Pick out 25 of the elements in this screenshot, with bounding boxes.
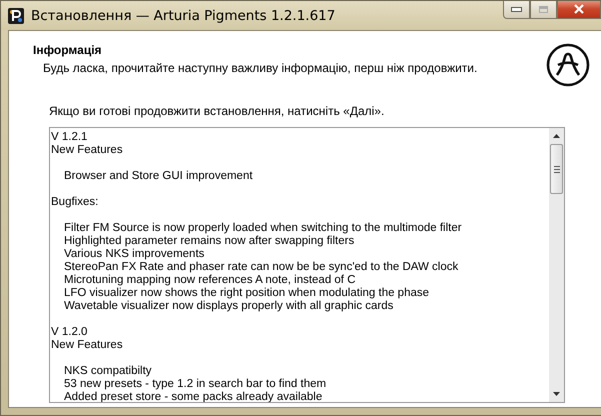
notes-line: StereoPan FX Rate and phaser rate can now be be sync'ed to the DAW clock — [63, 261, 460, 274]
page-title: Інформація — [33, 43, 103, 57]
logo-icon — [546, 43, 590, 87]
notes-line: Browser and Store GUI improvement — [63, 170, 254, 183]
instruction-text: Якщо ви готові продовжити встановлення, натисніть «Далі». — [49, 104, 386, 118]
notes-line: V 1.2.0 — [51, 326, 88, 339]
close-icon — [573, 4, 585, 14]
notes-line: Filter FM Source is now properly loaded when switching to the multimode filter — [63, 222, 463, 235]
close-button[interactable] — [557, 1, 601, 19]
notes-line: Highlighted parameter remains now after swapping filters — [63, 235, 356, 248]
notes-line: NKS compatibilty — [63, 365, 153, 378]
page-subtitle: Будь ласка, прочитайте наступну важливу інформацію, перш ніж продовжити. — [42, 61, 478, 75]
notes-line: Wavetable visualizer now displays properly with all graphic cards — [63, 300, 394, 313]
notes-line: Microtuning mapping now references A note, instead of C — [63, 274, 357, 287]
notes-line: 53 new presets - type 1.2 in search bar to find them — [63, 378, 328, 391]
notes-line: LFO visualizer now shows the right position when modulating the phase — [63, 287, 430, 300]
notes-line: V 1.2.1 — [51, 131, 88, 144]
scrollbar[interactable] — [549, 128, 564, 402]
window-title: Встановлення — Arturia Pigments 1.2.1.617 — [31, 8, 336, 24]
notes-line: New Features — [51, 339, 124, 352]
notes-line: Bugfixes: — [51, 196, 100, 209]
notes-line: Various NKS improvements — [63, 248, 206, 261]
minimize-button[interactable] — [503, 1, 530, 19]
app-icon — [8, 8, 24, 24]
notes-line: New Features — [51, 144, 124, 157]
